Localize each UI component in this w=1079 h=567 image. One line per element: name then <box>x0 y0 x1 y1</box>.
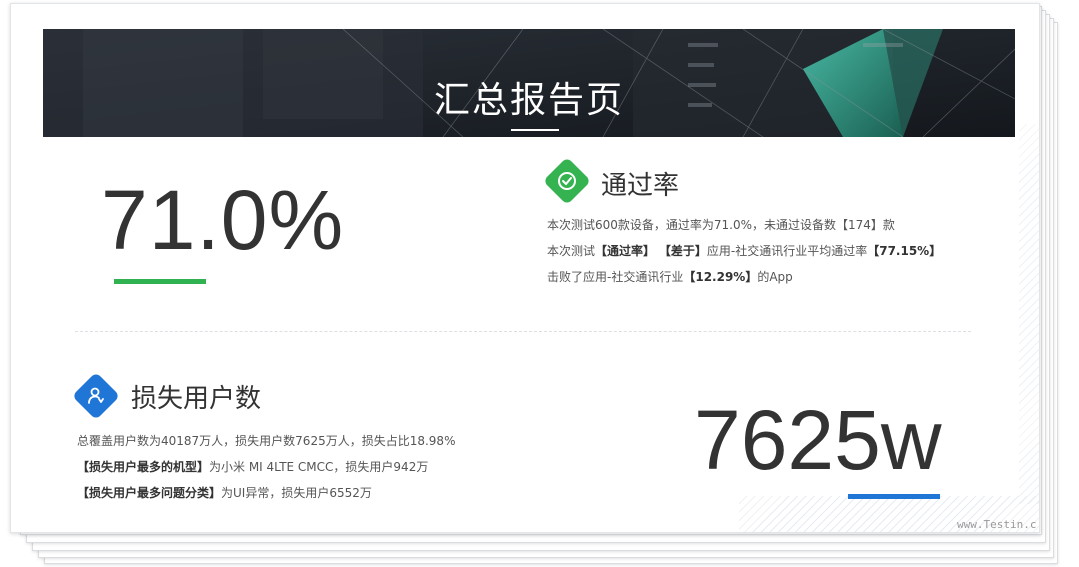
pass-rate-line: 本次测试【通过率】 【差于】应用-社交通讯行业平均通过率【77.15%】 <box>547 238 941 264</box>
text-segment: 为UI异常，损失用户6552万 <box>221 486 372 500</box>
pass-rate-accent-bar <box>114 279 206 284</box>
report-card: 汇总报告页 71.0% 通过率 本次测试600款设备，通过率为71.0%，未通过… <box>10 3 1040 533</box>
header-banner: 汇总报告页 <box>43 29 1015 137</box>
user-down-icon <box>71 371 121 421</box>
highlight-text: 【通过率】 <box>595 244 656 258</box>
decorative-hatch <box>1019 124 1039 504</box>
page-title: 汇总报告页 <box>433 80 624 121</box>
highlight-text: 【12.29%】 <box>683 270 758 284</box>
pass-rate-value: 71.0% <box>101 173 345 267</box>
check-shield-icon <box>542 156 592 206</box>
title-underline <box>511 129 559 131</box>
text-segment: 本次测试 <box>547 244 596 258</box>
pass-rate-details: 本次测试600款设备，通过率为71.0%，未通过设备数【174】款 本次测试【通… <box>547 212 941 290</box>
lost-users-line: 【损失用户最多的机型】为小米 MI 4LTE CMCC，损失用户942万 <box>77 454 455 480</box>
highlight-text: 【77.15%】 <box>867 244 942 258</box>
pass-rate-title: 通过率 <box>601 171 680 201</box>
highlight-text: 【损失用户最多问题分类】 <box>77 486 222 500</box>
highlight-text: 【差于】 <box>658 244 707 258</box>
lost-users-accent-bar <box>848 494 940 499</box>
lost-users-line: 【损失用户最多问题分类】为UI异常，损失用户6552万 <box>77 480 455 506</box>
pass-rate-line: 本次测试600款设备，通过率为71.0%，未通过设备数【174】款 <box>547 218 895 232</box>
pass-rate-line: 击败了应用-社交通讯行业【12.29%】的App <box>547 264 941 290</box>
watermark-text: www.Testin.c <box>957 518 1037 531</box>
highlight-text: 【损失用户最多的机型】 <box>77 460 210 474</box>
text-segment: 应用-社交通讯行业平均通过率 <box>706 244 868 258</box>
lost-users-value: 7625w <box>694 393 942 487</box>
lost-users-details: 总覆盖用户数为40187万人，损失用户数7625万人，损失占比18.98% 【损… <box>77 428 455 506</box>
section-divider <box>75 331 971 332</box>
lost-users-line: 总覆盖用户数为40187万人，损失用户数7625万人，损失占比18.98% <box>77 434 456 448</box>
text-segment: 击败了应用-社交通讯行业 <box>547 270 684 284</box>
text-segment: 为小米 MI 4LTE CMCC，损失用户942万 <box>209 460 429 474</box>
lost-users-title: 损失用户数 <box>131 384 262 414</box>
text-segment: 的App <box>757 270 793 284</box>
